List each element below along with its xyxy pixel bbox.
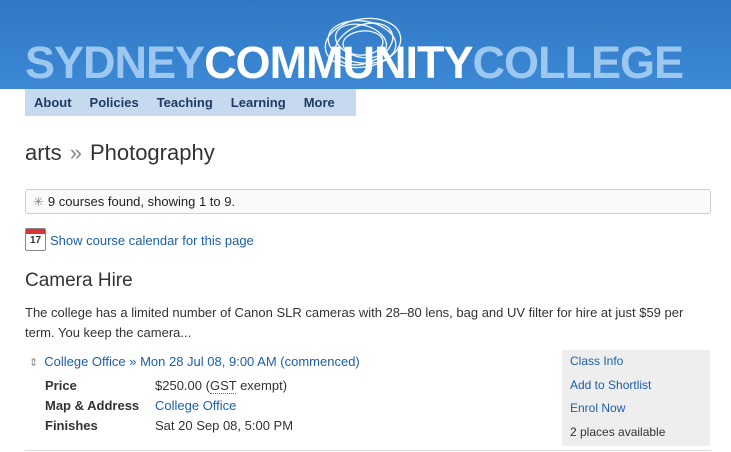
- nav-item-learning[interactable]: Learning: [222, 89, 295, 116]
- logo-word-college: COLLEGE: [472, 37, 685, 88]
- finishes-value: Sat 20 Sep 08, 5:00 PM: [155, 418, 294, 433]
- price-amount: $250.00: [155, 378, 202, 393]
- price-suffix: exempt): [236, 378, 288, 393]
- logo-word-community: COMMUNITY: [204, 37, 473, 88]
- map-label: Map & Address: [45, 398, 140, 413]
- show-calendar-link[interactable]: Show course calendar for this page: [50, 233, 254, 248]
- expand-toggle-icon[interactable]: ⇕: [29, 357, 38, 369]
- site-banner: SYDNEYCOMMUNITYCOLLEGE: [0, 0, 731, 89]
- breadcrumb-separator: »: [69, 140, 82, 165]
- course-details: Price $250.00 (GST exempt) Map & Address…: [45, 376, 293, 436]
- price-row: Price $250.00 (GST exempt): [45, 376, 293, 396]
- course-actions: Class Info Add to Shortlist Enrol Now 2 …: [562, 350, 710, 446]
- calendar-row: 17 Show course calendar for this page: [25, 228, 254, 254]
- finishes-label: Finishes: [45, 418, 98, 433]
- finishes-row: Finishes Sat 20 Sep 08, 5:00 PM: [45, 416, 293, 436]
- page-title: Photography: [89, 140, 215, 165]
- class-info-link[interactable]: Class Info: [562, 350, 710, 374]
- gst-abbr: GST: [209, 378, 237, 394]
- session-link[interactable]: College Office » Mon 28 Jul 08, 9:00 AM …: [44, 354, 360, 369]
- price-label: Price: [45, 378, 77, 393]
- results-summary: ✳ 9 courses found, showing 1 to 9.: [25, 189, 711, 214]
- main-nav: About Policies Teaching Learning More: [25, 89, 356, 116]
- course-description: The college has a limited number of Cano…: [25, 305, 684, 340]
- site-logo[interactable]: SYDNEYCOMMUNITYCOLLEGE: [25, 37, 685, 89]
- enrol-now-link[interactable]: Enrol Now: [562, 397, 710, 421]
- logo-word-sydney: SYDNEY: [25, 37, 205, 88]
- divider: [25, 450, 711, 451]
- map-row: Map & Address College Office: [45, 396, 293, 416]
- nav-item-more[interactable]: More: [295, 89, 344, 116]
- asterisk-icon: ✳: [33, 194, 44, 209]
- breadcrumb: arts » Photography: [25, 140, 215, 166]
- places-available: 2 places available: [570, 424, 666, 439]
- price-value: $250.00 (GST exempt): [155, 378, 288, 394]
- nav-item-teaching[interactable]: Teaching: [148, 89, 222, 116]
- course-title: Camera Hire: [25, 270, 133, 291]
- session-row: ⇕ College Office » Mon 28 Jul 08, 9:00 AM…: [29, 354, 360, 369]
- results-text: 9 courses found, showing 1 to 9.: [47, 194, 236, 209]
- calendar-icon[interactable]: 17: [25, 228, 46, 251]
- calendar-icon-day: 17: [29, 235, 42, 246]
- add-to-shortlist-link[interactable]: Add to Shortlist: [562, 374, 710, 398]
- nav-item-about[interactable]: About: [25, 89, 81, 116]
- nav-item-policies[interactable]: Policies: [81, 89, 148, 116]
- breadcrumb-parent[interactable]: arts: [25, 140, 62, 165]
- map-link[interactable]: College Office: [155, 396, 236, 416]
